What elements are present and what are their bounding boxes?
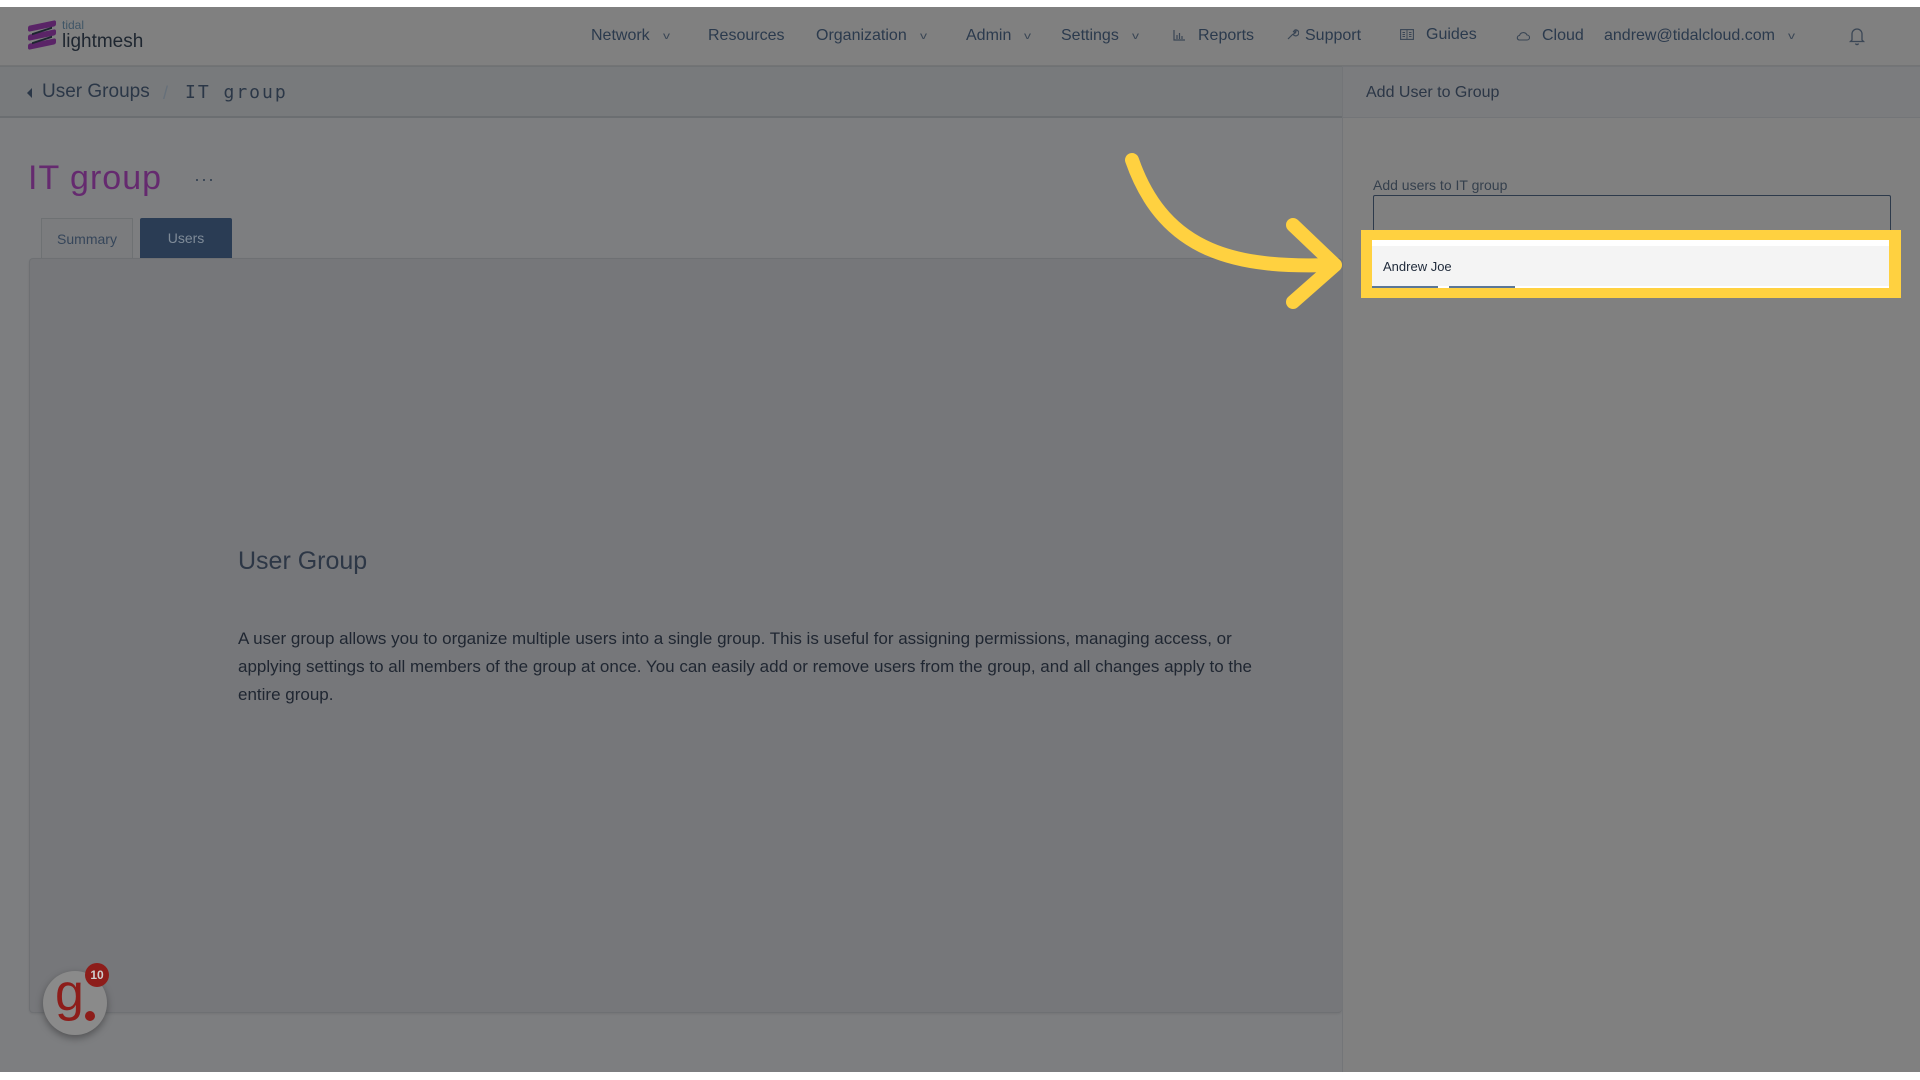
nav-settings-label: Settings xyxy=(1061,27,1119,44)
cloud-icon xyxy=(1516,29,1531,44)
users-card: User Group A user group allows you to or… xyxy=(29,258,1342,1013)
chevron-down-icon: v xyxy=(1788,30,1795,42)
bar-chart-icon xyxy=(1173,29,1186,44)
caret-left-icon[interactable] xyxy=(27,88,32,98)
hidden-button-edge xyxy=(1449,286,1515,288)
nav-organization[interactable]: Organization v xyxy=(816,27,927,45)
nav-admin[interactable]: Admin v xyxy=(966,27,1032,45)
panel-header: Add User to Group xyxy=(1343,66,1920,118)
breadcrumb: User Groups / IT group xyxy=(0,66,1342,118)
book-icon xyxy=(1400,28,1414,43)
dropdown-option-andrew-joe[interactable]: Andrew Joe xyxy=(1372,246,1889,286)
nav-support[interactable]: Support xyxy=(1286,27,1361,45)
nav-cloud-label: Cloud xyxy=(1542,27,1584,44)
nav-organization-label: Organization xyxy=(816,27,907,44)
tab-users[interactable]: Users xyxy=(140,218,232,258)
more-options-button[interactable]: ··· xyxy=(194,169,215,190)
page-title: IT group xyxy=(28,159,163,197)
guide-logo-dot xyxy=(85,1011,95,1021)
add-users-label: Add users to IT group xyxy=(1373,177,1508,193)
user-dropdown-list: Andrew Joe xyxy=(1372,240,1889,288)
guide-logo-icon: g xyxy=(55,964,84,1022)
bell-icon[interactable] xyxy=(1848,26,1866,46)
nav-guides-label: Guides xyxy=(1426,26,1477,43)
chevron-down-icon: v xyxy=(919,30,927,42)
bottom-edge xyxy=(0,1072,1920,1080)
wrench-icon xyxy=(1286,28,1300,44)
nav-network-label: Network xyxy=(591,27,650,44)
nav-resources-label: Resources xyxy=(708,27,785,44)
user-email: andrew@tidalcloud.com xyxy=(1604,27,1775,44)
help-widget-button[interactable]: g 10 xyxy=(43,963,109,1035)
breadcrumb-separator: / xyxy=(163,83,169,103)
add-user-panel: Add User to Group Add users to IT group xyxy=(1342,66,1920,1072)
hidden-button-edge xyxy=(1372,286,1438,288)
chevron-down-icon: v xyxy=(1131,30,1139,42)
nav-guides[interactable]: Guides xyxy=(1400,26,1477,44)
user-menu[interactable]: andrew@tidalcloud.com v xyxy=(1604,27,1795,45)
chevron-down-icon: v xyxy=(662,30,670,42)
nav-resources[interactable]: Resources xyxy=(708,27,784,45)
notification-count-badge: 10 xyxy=(85,963,109,987)
card-heading: User Group xyxy=(238,547,368,575)
nav-settings[interactable]: Settings v xyxy=(1061,27,1139,45)
page-dimmed-background: tidal lightmesh Network v Resources Orga… xyxy=(0,7,1920,1072)
top-navigation: tidal lightmesh Network v Resources Orga… xyxy=(0,7,1920,66)
card-description: A user group allows you to organize mult… xyxy=(238,629,1252,704)
chevron-down-icon: v xyxy=(1024,30,1032,42)
nav-cloud[interactable]: Cloud xyxy=(1516,27,1584,45)
nav-reports[interactable]: Reports xyxy=(1173,27,1254,45)
breadcrumb-current: IT group xyxy=(185,82,288,103)
breadcrumb-user-groups-link[interactable]: User Groups xyxy=(42,81,150,103)
nav-network[interactable]: Network v xyxy=(591,27,670,45)
nav-support-label: Support xyxy=(1305,27,1362,44)
nav-admin-label: Admin xyxy=(966,27,1012,44)
nav-reports-label: Reports xyxy=(1198,27,1255,44)
panel-title: Add User to Group xyxy=(1366,84,1500,101)
tab-summary[interactable]: Summary xyxy=(41,218,133,258)
add-users-input[interactable] xyxy=(1373,195,1891,235)
